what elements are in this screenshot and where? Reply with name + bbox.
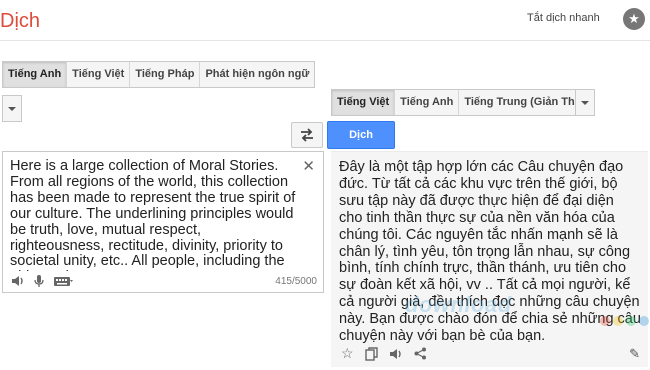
result-toolbar: ☆ xyxy=(341,345,427,362)
star-icon[interactable]: ☆ xyxy=(341,345,354,362)
target-language-tabs: Tiếng Việt Tiếng Anh Tiếng Trung (Giản T… xyxy=(331,89,591,116)
target-tab-vietnamese[interactable]: Tiếng Việt xyxy=(332,90,396,115)
target-tab-chinese-simplified[interactable]: Tiếng Trung (Giản Thể) xyxy=(459,90,589,115)
chevron-down-icon xyxy=(581,100,589,105)
source-toolbar xyxy=(11,274,73,288)
keyboard-icon[interactable] xyxy=(53,275,73,287)
instant-translate-toggle[interactable]: Tắt dịch nhanh xyxy=(527,12,600,24)
pencil-icon[interactable]: ✎ xyxy=(629,346,640,362)
source-tab-french[interactable]: Tiếng Pháp xyxy=(130,62,201,87)
clear-icon[interactable]: ✕ xyxy=(302,157,315,175)
chevron-down-icon xyxy=(8,106,16,111)
speaker-icon[interactable] xyxy=(389,348,403,360)
source-tab-english[interactable]: Tiếng Anh xyxy=(3,62,68,87)
watermark-dot xyxy=(613,316,623,326)
watermark-dot xyxy=(639,316,649,326)
watermark-dots xyxy=(600,316,649,326)
translate-button[interactable]: Dịch xyxy=(327,121,395,149)
source-tab-vietnamese[interactable]: Tiếng Việt xyxy=(67,62,131,87)
swap-languages-button[interactable] xyxy=(291,122,323,148)
target-language-dropdown[interactable] xyxy=(575,89,595,116)
speaker-icon[interactable] xyxy=(11,275,25,287)
source-tab-detect-language[interactable]: Phát hiện ngôn ngữ xyxy=(200,62,314,87)
microphone-icon[interactable] xyxy=(33,274,45,288)
source-text-input[interactable]: Here is a large collection of Moral Stor… xyxy=(10,159,296,271)
header-divider xyxy=(0,40,650,41)
share-icon[interactable] xyxy=(414,347,427,360)
app-title: Dịch xyxy=(0,10,41,32)
source-text-area[interactable]: Here is a large collection of Moral Stor… xyxy=(2,151,324,293)
swap-icon xyxy=(301,128,313,142)
star-button[interactable]: ★ xyxy=(623,8,645,30)
translation-result-area: Đây là một tập hợp lớn các Câu chuyện đạ… xyxy=(331,151,648,367)
target-tab-english[interactable]: Tiếng Anh xyxy=(395,90,460,115)
source-language-tabs: Tiếng Anh Tiếng Việt Tiếng Pháp Phát hiệ… xyxy=(2,61,316,88)
copy-icon[interactable] xyxy=(364,346,378,361)
watermark-logo: download xyxy=(405,292,512,317)
star-icon: ★ xyxy=(628,11,640,26)
watermark-dot xyxy=(626,316,636,326)
watermark-dot xyxy=(600,316,610,326)
character-count: 415/5000 xyxy=(275,276,317,287)
source-language-dropdown[interactable] xyxy=(2,95,22,122)
